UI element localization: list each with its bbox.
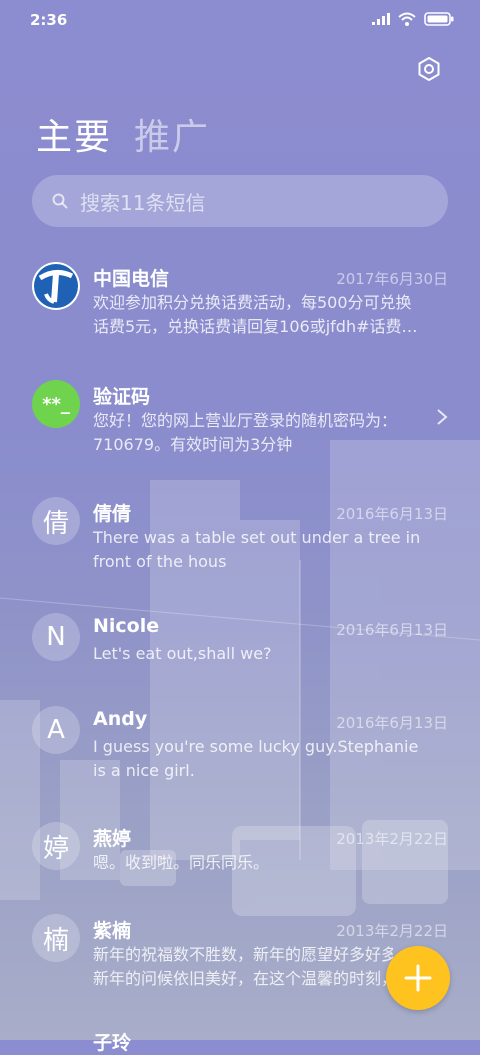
battery-icon [424,12,454,26]
message-preview: Let's eat out,shall we? [93,644,272,663]
status-time: 2:36 [30,11,68,29]
signal-icon [372,13,390,25]
message-date: 2016年6月13日 [336,714,448,732]
status-bar: 2:36 [0,0,480,40]
tab-primary[interactable]: 主要 [36,108,112,160]
sender-name: 紫楠 [93,920,132,942]
avatar: **_ [32,380,80,428]
sender-name: 验证码 [93,386,151,408]
message-preview: 欢迎参加积分兑换话费活动，每500分可兑换 话费5元，兑换话费请回复106或jf… [93,293,418,336]
settings-gear-icon[interactable] [416,56,442,82]
search-input[interactable]: 搜索11条短信 [32,175,448,227]
avatar: N [32,613,80,661]
message-date: 2017年6月30日 [336,270,448,288]
avatar: A [32,706,80,754]
message-preview: 您好！您的网上营业厅登录的随机密码为： 710679。有效时间为3分钟 [93,411,398,454]
china-telecom-logo-icon [32,262,80,310]
tab-promotions[interactable]: 推广 [134,108,210,160]
sender-name: Andy [93,708,148,730]
search-icon [52,193,68,209]
message-date: 2013年2月22日 [336,922,448,940]
new-message-button[interactable] [386,946,450,1010]
avatar: 婷 [32,822,80,870]
wifi-icon [398,12,416,26]
message-date: 2013年2月22日 [336,830,448,848]
message-preview: There was a table set out under a tree i… [93,528,421,571]
sender-name: Nicole [93,615,160,637]
message-date: 2016年6月13日 [336,621,448,639]
message-preview: 嗯。收到啦。同乐同乐。 [93,853,270,872]
sender-name: 燕婷 [93,828,132,850]
message-preview: 新年的祝福数不胜数，新年的愿望好多好多， 新年的问候依旧美好，在这个温馨的时刻， [93,945,393,988]
chevron-right-icon[interactable] [436,408,448,426]
sender-name: 倩倩 [93,503,132,525]
sender-name: 中国电信 [93,268,170,290]
avatar: 楠 [32,914,80,962]
search-placeholder: 搜索11条短信 [80,190,206,215]
plus-icon [404,964,432,992]
tab-bar: 主要 推广 [36,108,210,160]
avatar: 倩 [32,497,80,545]
message-date: 2016年6月13日 [336,505,448,523]
sender-name: 子玲 [93,1032,132,1054]
status-icons [372,12,454,26]
message-preview: I guess you're some lucky guy.Stephanie … [93,737,419,780]
